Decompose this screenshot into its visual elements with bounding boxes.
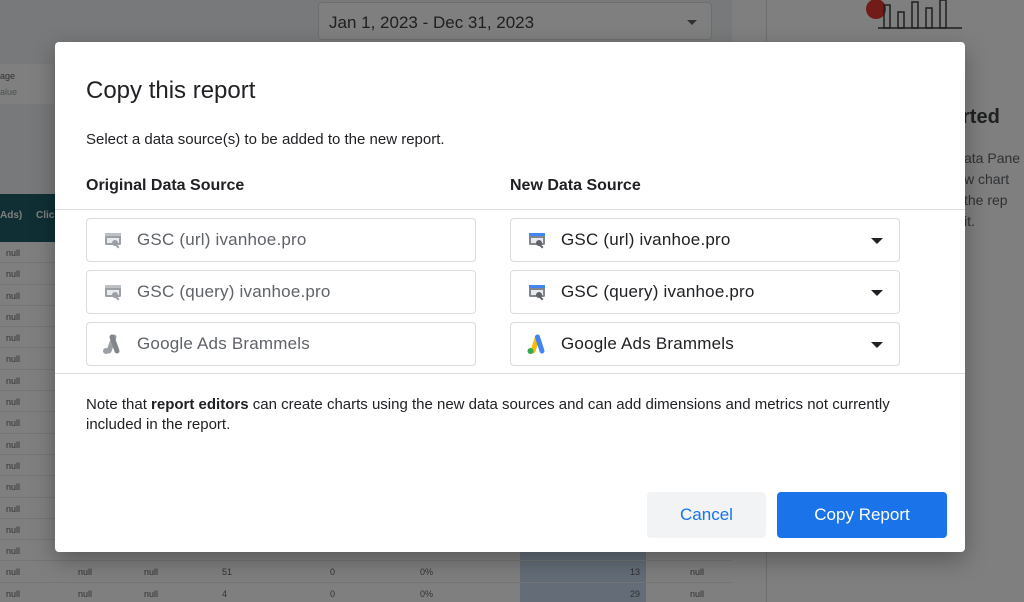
new-source-dropdown[interactable]: GSC (query) ivanhoe.pro (510, 270, 900, 314)
divider (55, 373, 965, 374)
new-source-header: New Data Source (510, 177, 641, 194)
google-ads-icon (101, 332, 125, 356)
note-prefix: Note that (86, 396, 152, 413)
search-console-icon (525, 280, 549, 304)
new-source-dropdown[interactable]: Google Ads Brammels (510, 322, 900, 366)
new-source-label: Google Ads Brammels (561, 334, 734, 353)
original-source-label: GSC (url) ivanhoe.pro (137, 230, 307, 249)
original-source-label: GSC (query) ivanhoe.pro (137, 282, 331, 301)
divider (55, 209, 965, 210)
note-bold: report editors (151, 396, 249, 413)
copy-report-button[interactable]: Copy Report (777, 492, 947, 538)
caret-down-icon (871, 290, 883, 296)
google-ads-icon (525, 332, 549, 356)
new-source-label: GSC (query) ivanhoe.pro (561, 282, 755, 301)
editors-note: Note that report editors can create char… (86, 395, 936, 435)
original-source-field: GSC (query) ivanhoe.pro (86, 270, 476, 314)
cancel-button[interactable]: Cancel (647, 492, 766, 538)
new-source-dropdown[interactable]: GSC (url) ivanhoe.pro (510, 218, 900, 262)
dialog-subtitle: Select a data source(s) to be added to t… (86, 131, 445, 148)
search-console-icon (101, 280, 125, 304)
caret-down-icon (871, 342, 883, 348)
original-source-header: Original Data Source (86, 177, 245, 194)
original-source-label: Google Ads Brammels (137, 334, 310, 353)
dialog-title: Copy this report (86, 77, 256, 104)
caret-down-icon (871, 238, 883, 244)
new-source-label: GSC (url) ivanhoe.pro (561, 230, 731, 249)
original-source-field: GSC (url) ivanhoe.pro (86, 218, 476, 262)
copy-report-dialog: Copy this report Select a data source(s)… (55, 42, 965, 552)
search-console-icon (101, 228, 125, 252)
search-console-icon (525, 228, 549, 252)
original-source-field: Google Ads Brammels (86, 322, 476, 366)
